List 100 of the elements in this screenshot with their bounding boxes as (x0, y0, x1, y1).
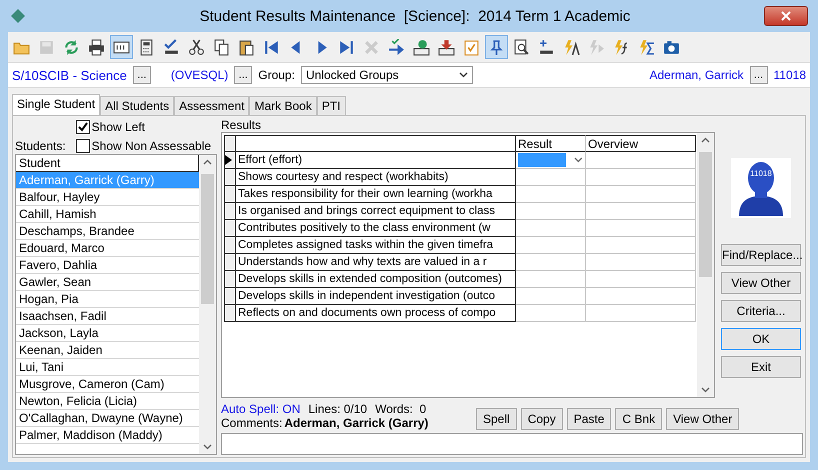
lightning-function-icon (613, 38, 630, 56)
column-header[interactable] (236, 135, 516, 152)
tab[interactable]: Assessment (174, 96, 250, 115)
row-header-cell[interactable] (224, 152, 236, 169)
cut-icon (188, 38, 205, 56)
checkbox[interactable] (76, 138, 90, 152)
grid-cell[interactable] (586, 288, 696, 305)
browse-button[interactable]: ... (750, 66, 768, 84)
grid-cell[interactable] (586, 271, 696, 288)
grid-cell[interactable] (516, 186, 586, 203)
student-row[interactable]: Hogan, Pia (16, 291, 199, 308)
scroll-up-icon[interactable] (701, 136, 710, 145)
close-icon (781, 11, 791, 21)
grid-cell[interactable] (516, 237, 586, 254)
student-row[interactable]: Lui, Tani (16, 359, 199, 376)
action-button[interactable]: Exit (721, 356, 801, 378)
criterion-cell: Is organised and brings correct equipment to class (236, 203, 516, 220)
checkbox[interactable] (76, 120, 90, 134)
student-row[interactable]: Musgrove, Cameron (Cam) (16, 376, 199, 393)
student-row[interactable]: Deschamps, Brandee (16, 223, 199, 240)
group-dropdown[interactable]: Unlocked Groups (300, 66, 473, 84)
browse-button[interactable]: ... (234, 66, 252, 84)
class-name: S/10SCIB - Science (12, 68, 127, 82)
close-button[interactable] (764, 6, 808, 26)
word-count: Words: 0 (375, 402, 426, 416)
student-row[interactable]: Isaachsen, Fadil (16, 308, 199, 325)
grid-cell[interactable] (586, 254, 696, 271)
row-header-cell[interactable] (224, 237, 236, 254)
student-row[interactable]: O'Callaghan, Dwayne (Wayne) (16, 410, 199, 427)
student-row[interactable]: Balfour, Hayley (16, 189, 199, 206)
group-label: Group: (258, 68, 295, 82)
tab[interactable]: All Students (100, 96, 174, 115)
grid-cell[interactable] (586, 203, 696, 220)
grid-cell[interactable] (516, 169, 586, 186)
student-row[interactable]: Palmer, Maddison (Maddy) (16, 427, 199, 444)
action-button[interactable]: Criteria... (721, 300, 801, 322)
student-row[interactable]: Edouard, Marco (16, 240, 199, 257)
student-row[interactable]: Jackson, Layla (16, 325, 199, 342)
grid-cell[interactable] (516, 288, 586, 305)
scroll-up-icon[interactable] (203, 158, 212, 167)
grid-cell[interactable] (586, 237, 696, 254)
grid-cell[interactable] (586, 186, 696, 203)
row-header-cell[interactable] (224, 169, 236, 186)
action-button[interactable]: OK (721, 328, 801, 350)
comment-button[interactable]: View Other (666, 408, 740, 430)
grid-cell[interactable] (516, 220, 586, 237)
comments-field[interactable] (221, 433, 803, 455)
student-row[interactable]: Newton, Felicia (Licia) (16, 393, 199, 410)
comments-label: Comments: (221, 416, 282, 430)
student-row[interactable]: Keenan, Jaiden (16, 342, 199, 359)
grid-cell[interactable] (516, 305, 586, 322)
toolbar-button[interactable] (110, 35, 133, 59)
row-header-cell[interactable] (224, 186, 236, 203)
column-header[interactable]: Result (516, 135, 586, 152)
student-id: 11018 (774, 68, 806, 82)
tab[interactable]: PTI (316, 96, 346, 115)
column-header[interactable]: Student (16, 155, 199, 172)
row-header-cell[interactable] (224, 271, 236, 288)
grid-cell[interactable] (516, 152, 586, 169)
app-icon (10, 8, 26, 24)
pin-icon (488, 38, 505, 56)
row-pointer-icon (225, 155, 232, 165)
arrow-icon (388, 38, 405, 56)
comment-button[interactable]: Spell (476, 408, 517, 430)
action-button[interactable]: Find/Replace... (721, 244, 801, 266)
grid-cell[interactable] (516, 254, 586, 271)
lightning-font-icon (563, 38, 580, 56)
grid-cell[interactable] (516, 271, 586, 288)
row-header-cell[interactable] (224, 220, 236, 237)
tray-download-icon (438, 38, 455, 56)
student-row[interactable]: Cahill, Hamish (16, 206, 199, 223)
comment-button[interactable]: Copy (520, 408, 563, 430)
caret-icon[interactable] (574, 157, 583, 163)
scrollbar-thumb[interactable] (201, 174, 214, 304)
tab[interactable]: Mark Book (249, 96, 317, 115)
toolbar-button[interactable] (485, 35, 508, 59)
grid-cell[interactable] (516, 203, 586, 220)
row-header-cell[interactable] (224, 254, 236, 271)
comment-button[interactable]: C Bnk (615, 408, 662, 430)
column-header[interactable]: Overview (586, 135, 696, 152)
scrollbar-thumb[interactable] (699, 152, 712, 277)
line-count: Lines: 0/10 (308, 402, 368, 416)
comment-button[interactable]: Paste (566, 408, 612, 430)
lightning-sigma-icon (638, 38, 655, 56)
comments-student: Aderman, Garrick (Garry) (284, 416, 428, 430)
scroll-down-icon[interactable] (701, 385, 710, 394)
tab[interactable]: Single Student (12, 94, 100, 115)
grid-cell[interactable] (586, 220, 696, 237)
action-button[interactable]: View Other (721, 272, 801, 294)
scroll-down-icon[interactable] (203, 442, 212, 451)
grid-cell[interactable] (586, 305, 696, 322)
row-header-cell[interactable] (224, 305, 236, 322)
grid-cell[interactable] (586, 169, 696, 186)
student-row[interactable]: Gawler, Sean (16, 274, 199, 291)
grid-cell[interactable] (586, 152, 696, 169)
browse-button[interactable]: ... (132, 66, 151, 84)
student-row[interactable]: Favero, Dahlia (16, 257, 199, 274)
criterion-cell: Develops skills in extended composition (outcomes) (236, 271, 516, 288)
row-header-cell[interactable] (224, 288, 236, 305)
row-header-cell[interactable] (224, 203, 236, 220)
